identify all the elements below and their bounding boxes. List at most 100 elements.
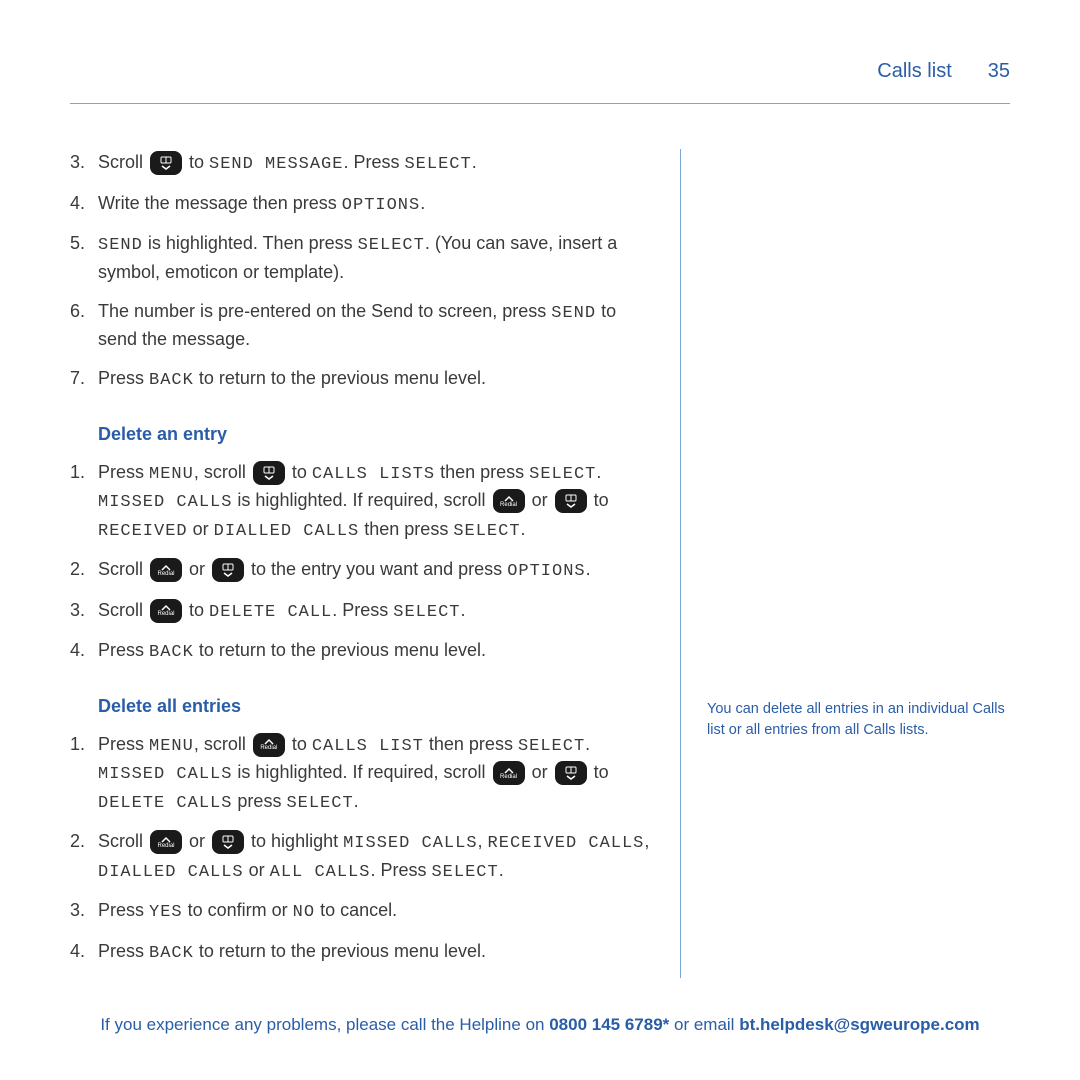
footer-phone: 0800 145 6789* — [549, 1015, 669, 1034]
ui-text: DELETE CALLS — [98, 794, 232, 813]
step: Scroll Redial to DELETE CALL. Press SELE… — [70, 597, 650, 626]
down-book-icon — [555, 489, 587, 513]
ui-text: NO — [293, 903, 315, 922]
main-column: Scroll to SEND MESSAGE. Press SELECT. Wr… — [70, 149, 680, 978]
side-note: You can delete all entries in an individ… — [707, 699, 1010, 741]
text: press — [232, 791, 286, 811]
down-book-icon — [212, 830, 244, 854]
text: Press — [98, 368, 149, 388]
step: Write the message then press OPTIONS. — [70, 190, 650, 219]
step: Press MENU, scroll Redial to CALLS LIST … — [70, 731, 650, 817]
ui-text: MENU — [149, 737, 194, 756]
step: Press MENU, scroll to CALLS LISTS then p… — [70, 459, 650, 545]
text: Scroll — [98, 559, 148, 579]
ui-text: BACK — [149, 371, 194, 390]
text: Scroll — [98, 831, 148, 851]
section2-heading: Delete an entry — [70, 424, 650, 445]
up-redial-icon: Redial — [150, 558, 182, 582]
ui-text: SELECT — [404, 155, 471, 174]
text: . Press — [343, 152, 404, 172]
up-redial-icon: Redial — [150, 830, 182, 854]
text: or — [244, 860, 270, 880]
ui-text: SELECT — [518, 737, 585, 756]
ui-text: MISSED CALLS — [98, 493, 232, 512]
step: Press YES to confirm or NO to cancel. — [70, 897, 650, 926]
text: . — [472, 152, 477, 172]
ui-text: ALL CALLS — [270, 863, 371, 882]
ui-text: DELETE CALL — [209, 603, 332, 622]
section1-list: Scroll to SEND MESSAGE. Press SELECT. Wr… — [70, 149, 650, 394]
up-redial-icon: Redial — [493, 761, 525, 785]
ui-text: YES — [149, 903, 183, 922]
ui-text: SELECT — [453, 522, 520, 541]
up-redial-icon: Redial — [150, 599, 182, 623]
text: Press — [98, 900, 149, 920]
text: Scroll — [98, 600, 148, 620]
step: Scroll Redial or to highlight MISSED CAL… — [70, 828, 650, 885]
ui-text: SELECT — [529, 465, 596, 484]
text: to — [589, 490, 609, 510]
text: then press — [424, 734, 518, 754]
step: Press BACK to return to the previous men… — [70, 938, 650, 967]
ui-text: CALLS LIST — [312, 737, 424, 756]
header-page-number: 35 — [988, 60, 1010, 83]
ui-text: SELECT — [431, 863, 498, 882]
section3-list: Press MENU, scroll Redial to CALLS LIST … — [70, 731, 650, 967]
header-title: Calls list — [877, 60, 951, 83]
section3-heading: Delete all entries — [70, 696, 650, 717]
text: or — [184, 831, 210, 851]
text: to — [287, 462, 312, 482]
text: . — [586, 559, 591, 579]
text: to highlight — [246, 831, 343, 851]
text: , scroll — [194, 734, 251, 754]
down-book-icon — [150, 151, 182, 175]
text: . Press — [370, 860, 431, 880]
ui-text: MENU — [149, 465, 194, 484]
side-column: You can delete all entries in an individ… — [680, 149, 1010, 978]
ui-text: SELECT — [358, 236, 425, 255]
section2-list: Press MENU, scroll to CALLS LISTS then p… — [70, 459, 650, 666]
text: Press — [98, 734, 149, 754]
step: Scroll Redial or to the entry you want a… — [70, 556, 650, 585]
ui-text: OPTIONS — [342, 196, 420, 215]
step: Press BACK to return to the previous men… — [70, 637, 650, 666]
up-redial-icon: Redial — [493, 489, 525, 513]
text: to return to the previous menu level. — [194, 368, 486, 388]
text: Press — [98, 941, 149, 961]
text: to confirm or — [183, 900, 293, 920]
text: , scroll — [194, 462, 251, 482]
ui-text: RECEIVED CALLS — [488, 834, 645, 853]
ui-text: SEND — [98, 236, 143, 255]
text: , — [478, 831, 488, 851]
step: Press BACK to return to the previous men… — [70, 365, 650, 394]
text: to the entry you want and press — [246, 559, 507, 579]
up-redial-icon: Redial — [253, 733, 285, 757]
ui-text: RECEIVED — [98, 522, 188, 541]
ui-text: SELECT — [393, 603, 460, 622]
step: The number is pre-entered on the Send to… — [70, 298, 650, 354]
text: The number is pre-entered on the Send to… — [98, 301, 551, 321]
ui-text: SEND MESSAGE — [209, 155, 343, 174]
text: to cancel. — [315, 900, 397, 920]
text: is highlighted. If required, scroll — [232, 762, 490, 782]
ui-text: DIALLED CALLS — [214, 522, 360, 541]
text: . — [521, 519, 526, 539]
down-book-icon — [253, 461, 285, 485]
ui-text: OPTIONS — [507, 562, 585, 581]
ui-text: MISSED CALLS — [343, 834, 477, 853]
text: . — [596, 462, 601, 482]
header-rule — [70, 103, 1010, 104]
step: Scroll to SEND MESSAGE. Press SELECT. — [70, 149, 650, 178]
text: or — [527, 762, 553, 782]
ui-text: BACK — [149, 944, 194, 963]
ui-text: MISSED CALLS — [98, 765, 232, 784]
text: Write the message then press — [98, 193, 342, 213]
text: is highlighted. If required, scroll — [232, 490, 490, 510]
text: to — [589, 762, 609, 782]
text: . Press — [332, 600, 393, 620]
footer-email: bt.helpdesk@sgweurope.com — [739, 1015, 979, 1034]
down-book-icon — [212, 558, 244, 582]
down-book-icon — [555, 761, 587, 785]
text: or — [188, 519, 214, 539]
text: . — [460, 600, 465, 620]
